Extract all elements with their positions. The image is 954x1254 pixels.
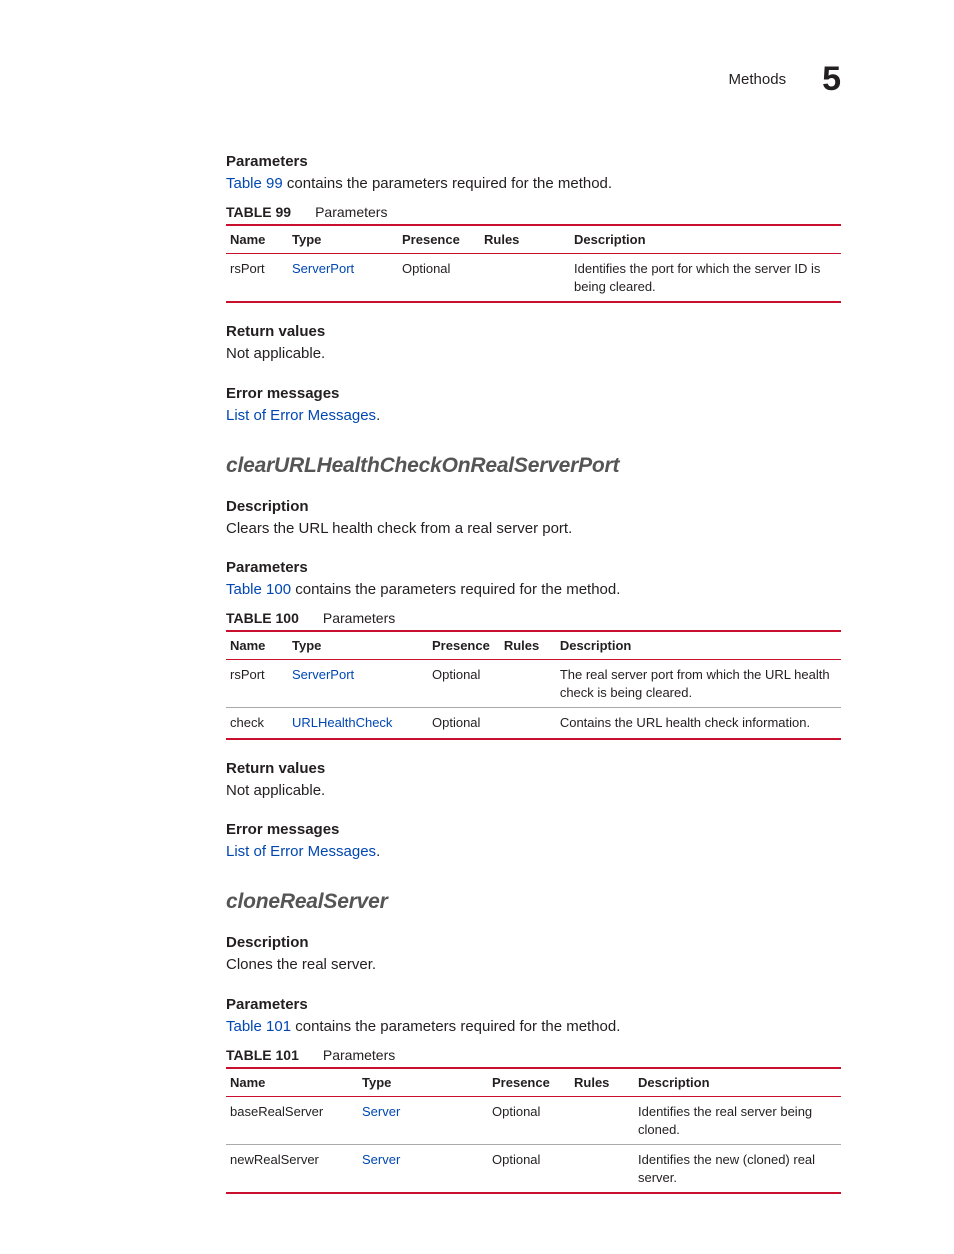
text: contains the parameters required for the… xyxy=(291,581,620,598)
table-number: TABLE 100 xyxy=(226,610,299,626)
table-ref-link[interactable]: Table 100 xyxy=(226,581,291,598)
cell-description: Contains the URL health check informatio… xyxy=(556,708,841,739)
col-presence: Presence xyxy=(398,225,480,254)
cell-rules xyxy=(570,1145,634,1194)
cell-description: The real server port from which the URL … xyxy=(556,660,841,708)
parameters-table-99: Name Type Presence Rules Description rsP… xyxy=(226,224,841,303)
cell-type-link[interactable]: ServerPort xyxy=(288,254,398,303)
table-ref-link[interactable]: Table 101 xyxy=(226,1018,291,1035)
cell-type-link[interactable]: Server xyxy=(358,1145,488,1194)
error-messages-link[interactable]: List of Error Messages xyxy=(226,407,376,424)
col-presence: Presence xyxy=(488,1068,570,1097)
table-number: TABLE 101 xyxy=(226,1047,299,1063)
cell-rules xyxy=(570,1096,634,1144)
col-type: Type xyxy=(288,631,428,660)
table-caption-text: Parameters xyxy=(323,1047,395,1063)
cell-name: baseRealServer xyxy=(226,1096,358,1144)
error-messages-link[interactable]: List of Error Messages xyxy=(226,843,376,860)
table-row: baseRealServer Server Optional Identifie… xyxy=(226,1096,841,1144)
error-messages-heading: Error messages xyxy=(226,821,841,838)
description-text: Clears the URL health check from a real … xyxy=(226,519,841,539)
cell-name: rsPort xyxy=(226,254,288,303)
return-values-heading: Return values xyxy=(226,323,841,340)
col-name: Name xyxy=(226,1068,358,1097)
table-row: newRealServer Server Optional Identifies… xyxy=(226,1145,841,1194)
error-messages-text: List of Error Messages. xyxy=(226,842,841,862)
text: . xyxy=(376,843,380,860)
col-type: Type xyxy=(288,225,398,254)
parameters-intro: Table 101 contains the parameters requir… xyxy=(226,1017,841,1037)
col-name: Name xyxy=(226,631,288,660)
cell-presence: Optional xyxy=(428,660,500,708)
cell-type-link[interactable]: Server xyxy=(358,1096,488,1144)
cell-name: newRealServer xyxy=(226,1145,358,1194)
col-rules: Rules xyxy=(500,631,556,660)
description-text: Clones the real server. xyxy=(226,955,841,975)
cell-presence: Optional xyxy=(488,1096,570,1144)
cell-description: Identifies the port for which the server… xyxy=(570,254,841,303)
return-values-heading: Return values xyxy=(226,760,841,777)
col-description: Description xyxy=(556,631,841,660)
running-header: Methods 5 xyxy=(226,60,841,99)
parameters-table-101: Name Type Presence Rules Description bas… xyxy=(226,1067,841,1194)
text: . xyxy=(376,407,380,424)
table-row: check URLHealthCheck Optional Contains t… xyxy=(226,708,841,739)
parameters-table-100: Name Type Presence Rules Description rsP… xyxy=(226,630,841,740)
parameters-intro: Table 99 contains the parameters require… xyxy=(226,174,841,194)
table-caption-text: Parameters xyxy=(323,610,395,626)
cell-name: check xyxy=(226,708,288,739)
cell-name: rsPort xyxy=(226,660,288,708)
table-number: TABLE 99 xyxy=(226,204,291,220)
col-name: Name xyxy=(226,225,288,254)
cell-presence: Optional xyxy=(428,708,500,739)
table-caption-text: Parameters xyxy=(315,204,387,220)
method-title: clearURLHealthCheckOnRealServerPort xyxy=(226,454,841,478)
table-caption: TABLE 100 Parameters xyxy=(226,610,841,626)
chapter-number: 5 xyxy=(822,60,841,99)
col-rules: Rules xyxy=(570,1068,634,1097)
cell-rules xyxy=(500,708,556,739)
parameters-heading: Parameters xyxy=(226,153,841,170)
cell-presence: Optional xyxy=(398,254,480,303)
cell-type-link[interactable]: URLHealthCheck xyxy=(288,708,428,739)
table-row: rsPort ServerPort Optional The real serv… xyxy=(226,660,841,708)
parameters-heading: Parameters xyxy=(226,996,841,1013)
table-caption: TABLE 99 Parameters xyxy=(226,204,841,220)
parameters-heading: Parameters xyxy=(226,559,841,576)
error-messages-text: List of Error Messages. xyxy=(226,406,841,426)
section-label: Methods xyxy=(729,71,787,88)
return-values-text: Not applicable. xyxy=(226,344,841,364)
error-messages-heading: Error messages xyxy=(226,385,841,402)
cell-presence: Optional xyxy=(488,1145,570,1194)
table-ref-link[interactable]: Table 99 xyxy=(226,175,283,192)
table-row: rsPort ServerPort Optional Identifies th… xyxy=(226,254,841,303)
cell-description: Identifies the new (cloned) real server. xyxy=(634,1145,841,1194)
col-description: Description xyxy=(634,1068,841,1097)
text: contains the parameters required for the… xyxy=(283,175,612,192)
method-title: cloneRealServer xyxy=(226,890,841,914)
text: contains the parameters required for the… xyxy=(291,1018,620,1035)
col-rules: Rules xyxy=(480,225,570,254)
cell-rules xyxy=(500,660,556,708)
col-type: Type xyxy=(358,1068,488,1097)
table-caption: TABLE 101 Parameters xyxy=(226,1047,841,1063)
cell-description: Identifies the real server being cloned. xyxy=(634,1096,841,1144)
cell-rules xyxy=(480,254,570,303)
col-description: Description xyxy=(570,225,841,254)
cell-type-link[interactable]: ServerPort xyxy=(288,660,428,708)
description-heading: Description xyxy=(226,498,841,515)
description-heading: Description xyxy=(226,934,841,951)
parameters-intro: Table 100 contains the parameters requir… xyxy=(226,580,841,600)
col-presence: Presence xyxy=(428,631,500,660)
return-values-text: Not applicable. xyxy=(226,781,841,801)
